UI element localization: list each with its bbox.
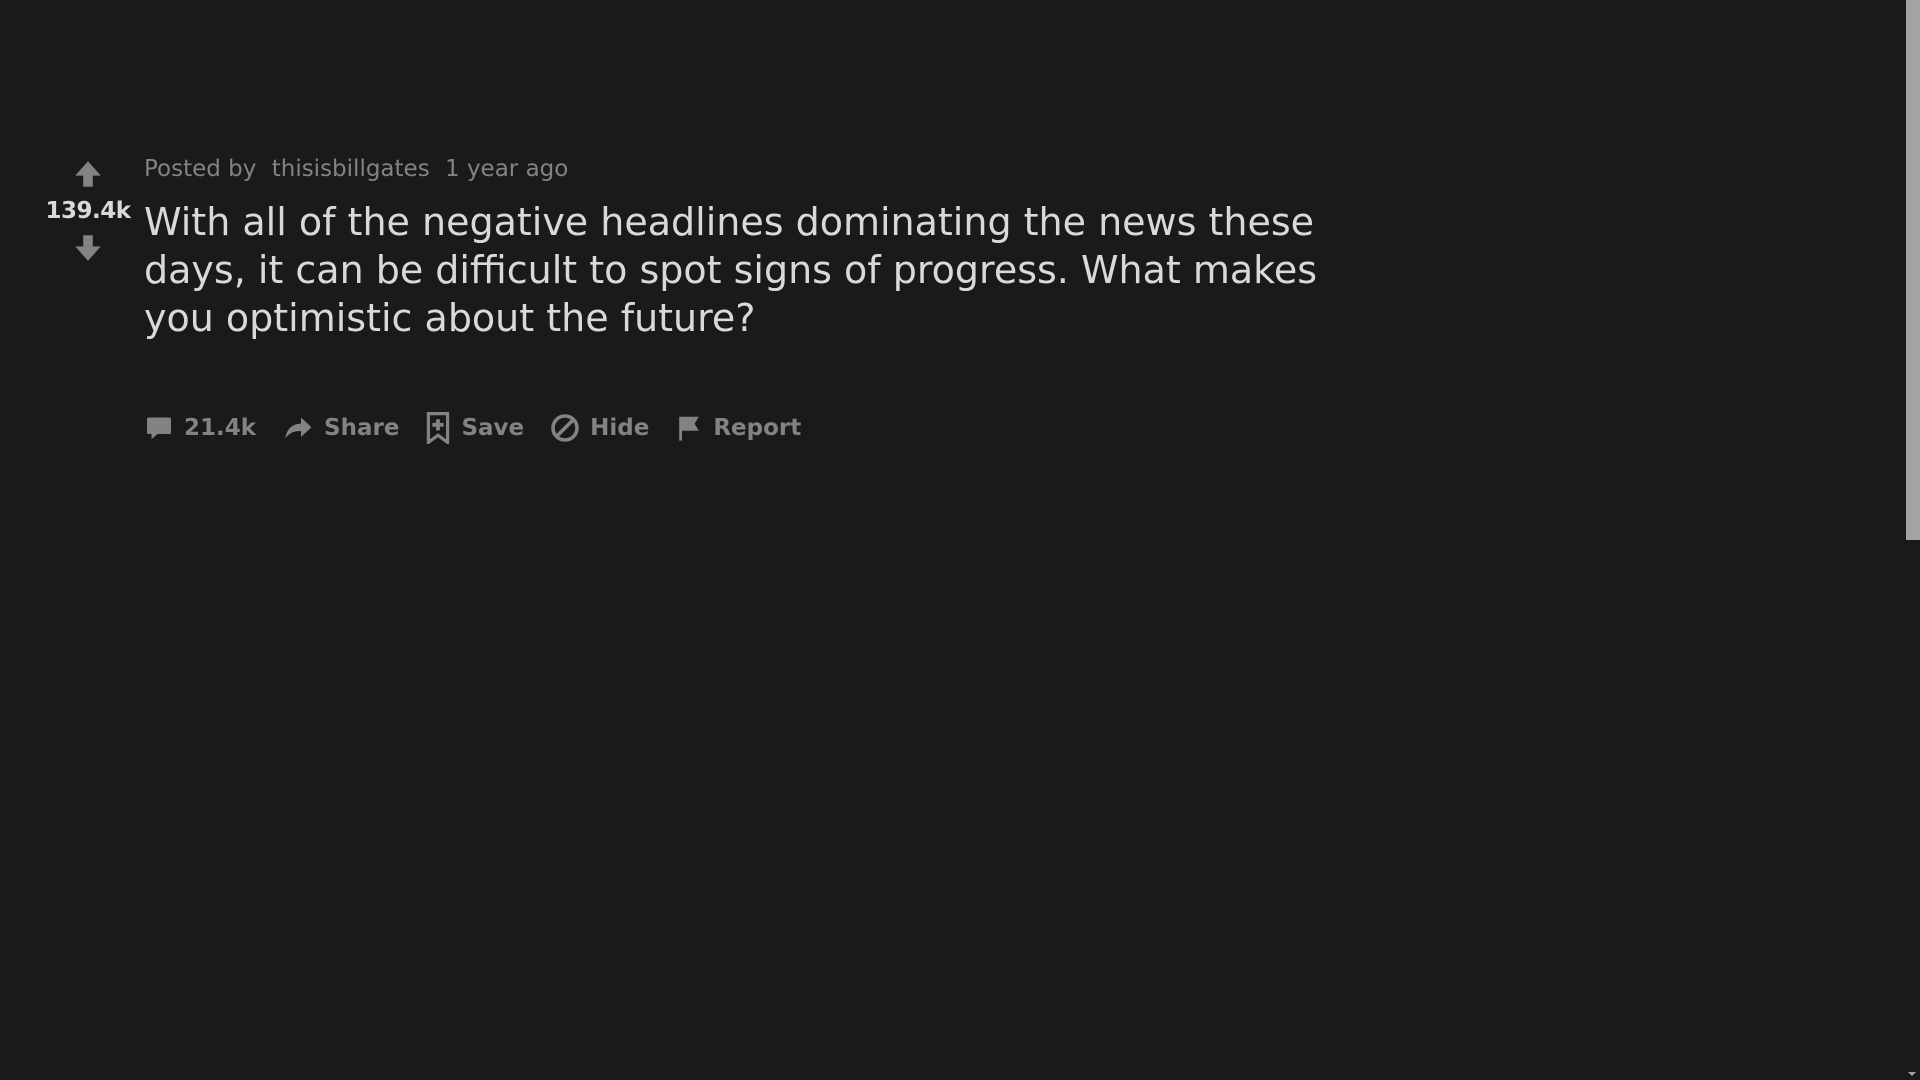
report-button[interactable]: Report xyxy=(675,407,809,449)
author-link[interactable]: thisisbillgates xyxy=(272,156,430,182)
posted-by-label: Posted by xyxy=(144,156,257,182)
arrow-down-icon xyxy=(75,235,101,261)
vote-count: 139.4k xyxy=(45,198,131,224)
share-button[interactable]: Share xyxy=(282,407,407,449)
upvote-button[interactable] xyxy=(68,154,108,194)
post-actions: 21.4k Share Save Hide Report xyxy=(144,406,1384,450)
post-content: Posted by thisisbillgates 1 year ago Wit… xyxy=(144,150,1384,450)
comments-count: 21.4k xyxy=(184,415,257,441)
save-label: Save xyxy=(461,415,525,441)
hide-button[interactable]: Hide xyxy=(550,407,657,449)
save-button[interactable]: Save xyxy=(425,406,532,450)
post-title[interactable]: With all of the negative headlines domin… xyxy=(144,198,1384,342)
arrow-up-icon xyxy=(75,161,101,187)
page-scrollbar[interactable] xyxy=(1904,0,1920,1080)
scrollbar-thumb[interactable] xyxy=(1906,0,1920,540)
bookmark-plus-icon xyxy=(427,412,450,444)
flag-icon xyxy=(679,416,700,441)
vote-column: 139.4k xyxy=(40,154,136,268)
hide-label: Hide xyxy=(590,415,650,441)
share-label: Share xyxy=(324,415,400,441)
comments-button[interactable]: 21.4k xyxy=(144,407,264,449)
share-arrow-icon xyxy=(285,417,312,439)
post-meta: Posted by thisisbillgates 1 year ago xyxy=(144,150,1384,188)
scroll-down-arrow-icon[interactable] xyxy=(1907,1070,1917,1078)
prohibit-icon xyxy=(551,414,579,442)
comment-bubble-icon xyxy=(147,417,171,440)
report-label: Report xyxy=(713,415,802,441)
post-time[interactable]: 1 year ago xyxy=(445,156,568,182)
downvote-button[interactable] xyxy=(68,228,108,268)
